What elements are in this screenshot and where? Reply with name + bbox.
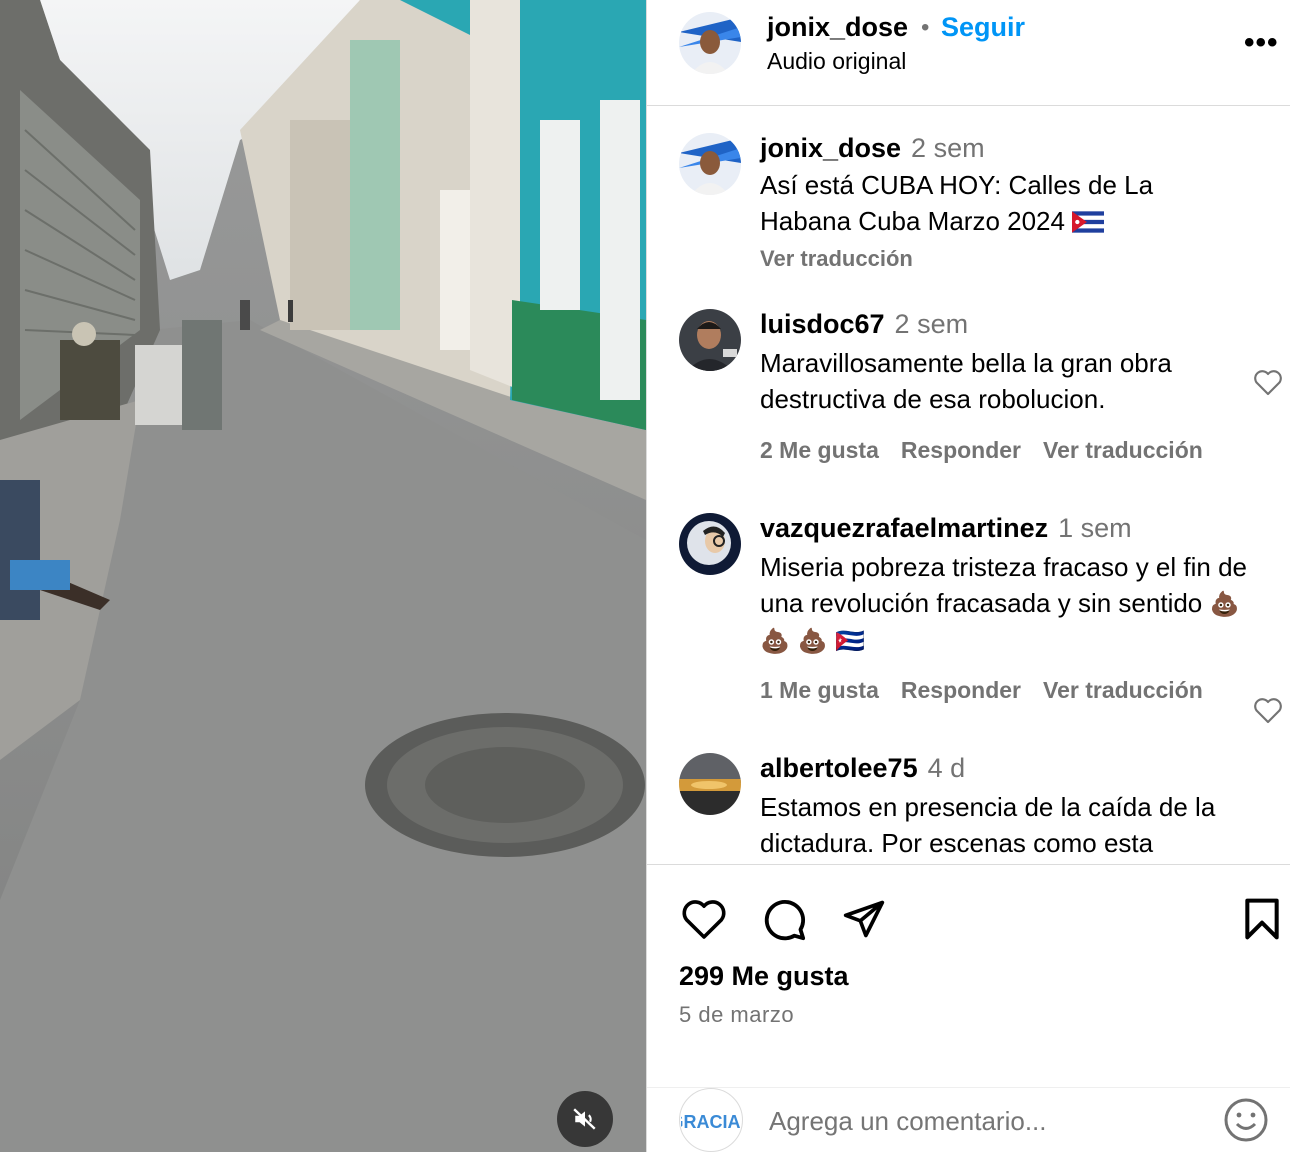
like-heart-icon[interactable] [680,897,728,941]
mute-button[interactable] [557,1091,613,1147]
caption-username[interactable]: jonix_dose [760,133,901,163]
bookmark-icon[interactable] [1243,897,1281,941]
street-scene-image [0,0,646,1152]
comment-icon[interactable] [760,896,808,942]
reel-video[interactable] [0,0,646,1152]
post-actions: 299 Me gusta 5 de marzo GRACIAS [647,864,1290,1152]
comment-like-heart-icon[interactable] [1252,367,1284,397]
comment-username[interactable]: vazquezrafaelmartinez [760,513,1048,543]
comment-header: albertolee75 4 d [760,753,965,784]
caption-avatar[interactable] [679,133,741,195]
comment-likes-count[interactable]: 2 Me gusta [760,437,879,463]
comment-like-heart-icon[interactable] [1252,695,1284,725]
caption-text: Así está CUBA HOY: Calles de La Habana C… [760,167,1250,239]
mute-icon [573,1108,596,1130]
comment-username[interactable]: luisdoc67 [760,309,885,339]
comment-text: Estamos en presencia de la caída de la d… [760,792,1216,858]
comment-avatar[interactable] [679,513,741,575]
share-icon[interactable] [841,897,887,941]
author-username[interactable]: jonix_dose [767,12,908,43]
separator-dot: • [921,14,930,41]
comment-header: luisdoc67 2 sem [760,309,968,340]
author-avatar[interactable] [679,12,741,74]
comment-time[interactable]: 2 sem [895,309,969,339]
comment-meta: 2 Me gusta Responder Ver traducción [760,437,1225,464]
comment-avatar[interactable] [679,753,741,815]
post-panel: jonix_dose • Seguir Audio original ••• j… [647,0,1290,1152]
comments-list[interactable]: jonix_dose 2 sem Así está CUBA HOY: Calle… [647,107,1290,864]
post-header: jonix_dose • Seguir Audio original ••• [647,0,1290,106]
add-comment-input[interactable] [769,1106,1169,1137]
comment-time[interactable]: 1 sem [1058,513,1132,543]
reply-button[interactable]: Responder [901,677,1021,703]
add-comment-bar: GRACIAS [647,1087,1290,1152]
comment-time[interactable]: 4 d [928,753,966,783]
comment-text: Miseria pobreza tristeza fracaso y el fi… [760,549,1250,659]
avatar-text: GRACIAS [681,1112,741,1132]
reply-button[interactable]: Responder [901,437,1021,463]
comment-text-content: Miseria pobreza tristeza fracaso y el fi… [760,552,1247,618]
post-date[interactable]: 5 de marzo [679,1002,794,1028]
emoji-icon[interactable] [1222,1096,1270,1144]
comment-text: Maravillosamente bella la gran obra dest… [760,348,1172,414]
caption-header: jonix_dose 2 sem [760,133,985,164]
likes-count[interactable]: 299 Me gusta [679,961,849,992]
comment-header: vazquezrafaelmartinez 1 sem [760,513,1132,544]
more-icon[interactable]: ••• [1244,26,1279,60]
current-user-avatar: GRACIAS [679,1088,743,1152]
comment-likes-count[interactable]: 1 Me gusta [760,677,879,703]
comment-username[interactable]: albertolee75 [760,753,918,783]
audio-label[interactable]: Audio original [767,48,906,75]
caption-time[interactable]: 2 sem [911,133,985,163]
caption-translate-link[interactable]: Ver traducción [760,246,913,272]
translate-link[interactable]: Ver traducción [1043,677,1203,703]
comment-meta: 1 Me gusta Responder Ver traducción [760,677,1225,704]
comment-avatar[interactable] [679,309,741,371]
cuba-flag-icon [1072,206,1105,236]
translate-link[interactable]: Ver traducción [1043,437,1203,463]
follow-button[interactable]: Seguir [941,12,1025,43]
